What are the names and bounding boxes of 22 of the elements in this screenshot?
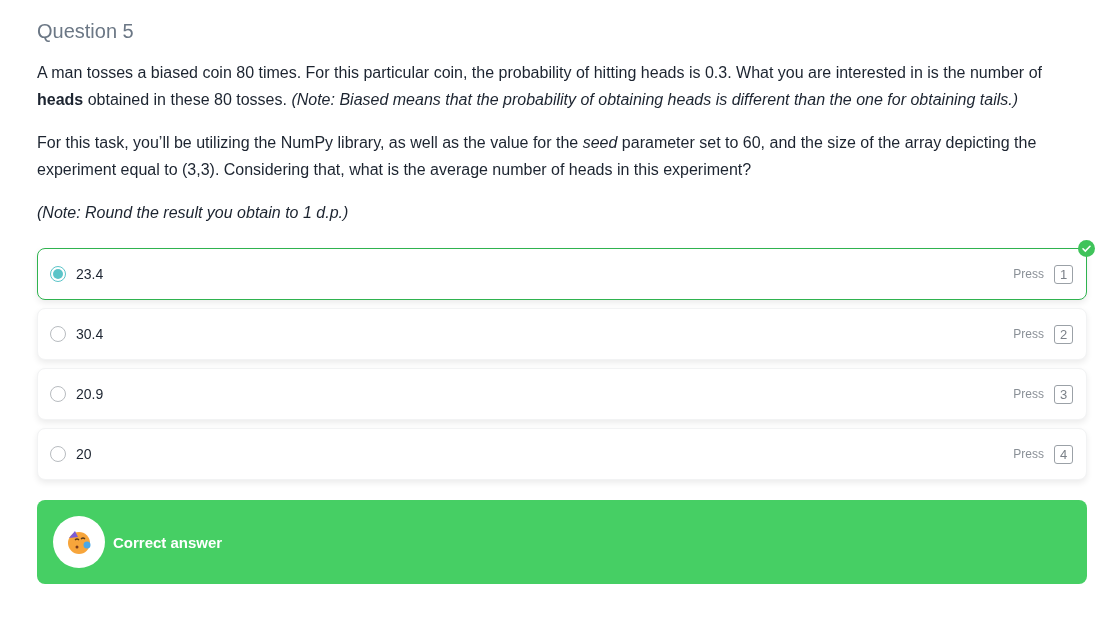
- answer-option[interactable]: 20 Press 4: [37, 428, 1087, 480]
- shortcut-hint: Press: [1013, 387, 1044, 401]
- answer-option[interactable]: 30.4 Press 2: [37, 308, 1087, 360]
- option-label: 23.4: [76, 266, 105, 282]
- shortcut-hint: Press: [1013, 327, 1044, 341]
- party-face-icon: [66, 529, 92, 555]
- option-label: 20.9: [76, 386, 105, 402]
- option-label: 20: [76, 446, 93, 462]
- answer-option[interactable]: 20.9 Press 3: [37, 368, 1087, 420]
- question-text: (Note: Round the result you obtain to 1 d.p.): [37, 203, 350, 223]
- shortcut-key: 2: [1054, 324, 1073, 344]
- option-label: 30.4: [76, 326, 105, 342]
- feedback-message: Correct answer: [113, 533, 223, 551]
- shortcut-hint: Press: [1013, 267, 1044, 281]
- shortcut-key: 4: [1054, 444, 1073, 464]
- question-text: For this task, you’ll be utilizing the NumPy library, as well as the value for the seed parameter set to 60, and the size of the array depicting the experiment equal to (3,3). Considering that, what is the average number of heads in this experiment?: [37, 133, 1038, 180]
- question-title: Question 5: [37, 20, 135, 43]
- question-text: A man tosses a biased coin 80 times. For this particular coin, the probability of hitting heads is 0.3. What you are interested in is the number of heads obtained in these 80 tosses. (Note: Biased means that the probability of obtaining heads is different than the one for obtaining tails.): [37, 63, 1043, 110]
- shortcut-hint: Press: [1013, 447, 1044, 461]
- shortcut-key: 1: [1054, 264, 1073, 284]
- answer-option[interactable]: 23.4 Press 1: [37, 248, 1087, 300]
- shortcut-key: 3: [1054, 384, 1073, 404]
